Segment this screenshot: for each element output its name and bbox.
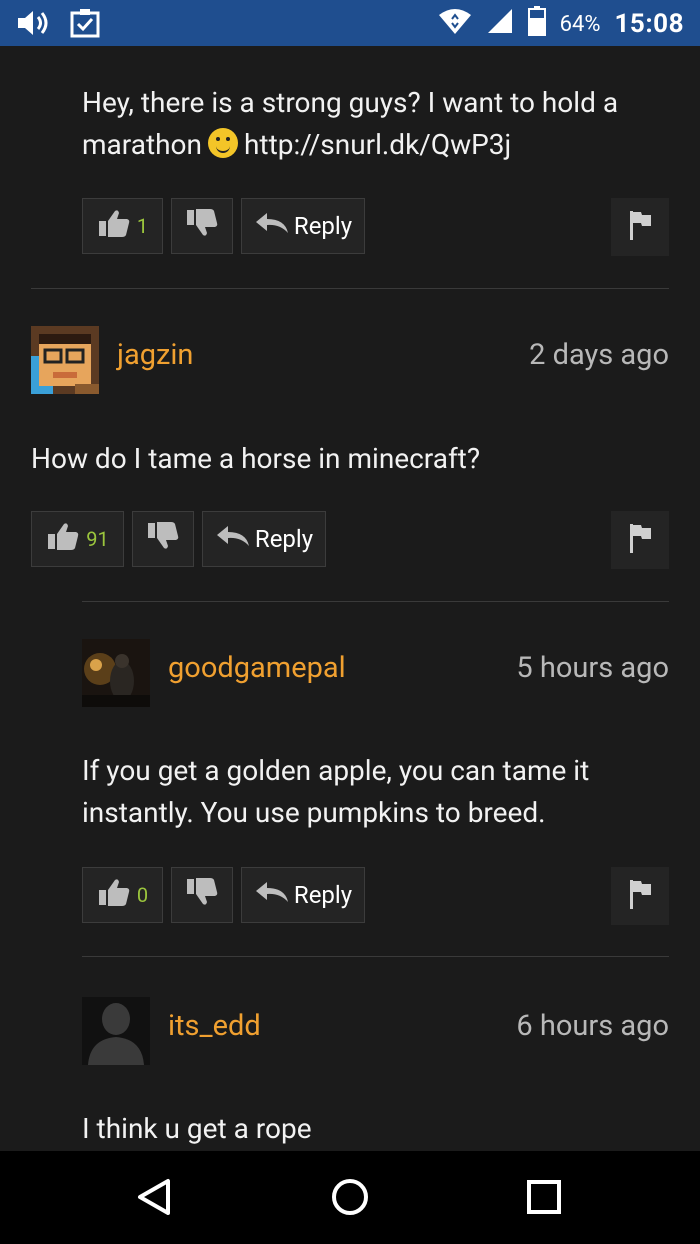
comment-text: How do I tame a horse in minecraft?	[31, 442, 481, 475]
timestamp: 6 hours ago	[516, 1009, 669, 1043]
username[interactable]: jagzin	[117, 338, 193, 372]
dislike-button[interactable]	[132, 511, 194, 567]
username[interactable]: its_edd	[168, 1009, 261, 1043]
reply-label: Reply	[293, 212, 353, 240]
comment-header: jagzin 2 days ago	[31, 326, 669, 396]
comment-actions: 1 Reply	[82, 198, 669, 256]
avatar[interactable]	[82, 639, 150, 707]
flag-icon	[627, 522, 653, 558]
timestamp: 5 hours ago	[516, 651, 669, 685]
thumbs-down-icon	[185, 208, 219, 244]
signal-icon	[486, 7, 514, 41]
comment-text: Hey, there is a strong guys? I want to h…	[82, 86, 619, 161]
reply-button[interactable]: Reply	[202, 511, 326, 567]
avatar[interactable]	[31, 326, 99, 394]
reply-button[interactable]: Reply	[241, 867, 365, 923]
like-count: 1	[136, 214, 149, 238]
status-bar: 64% 15:08	[0, 0, 700, 46]
username[interactable]: goodgamepal	[168, 651, 346, 685]
wifi-icon	[438, 7, 472, 41]
back-icon[interactable]	[134, 1177, 174, 1217]
thumbs-up-icon	[46, 521, 80, 557]
battery-icon	[527, 6, 546, 42]
comment-header: its_edd 6 hours ago	[82, 997, 669, 1067]
thumbs-down-icon	[146, 521, 180, 557]
clock: 15:08	[614, 9, 684, 39]
reply-arrow-icon	[254, 211, 290, 241]
thumbs-up-icon	[97, 208, 131, 244]
comment-text: If you get a golden apple, you can tame …	[82, 754, 590, 829]
reply-arrow-icon	[254, 880, 290, 910]
comment-actions: 91 Reply	[31, 511, 669, 569]
report-flag-button[interactable]	[611, 198, 669, 256]
like-button[interactable]: 1	[82, 198, 163, 254]
thumbs-up-icon	[97, 877, 131, 913]
avatar[interactable]	[82, 997, 150, 1065]
battery-percent: 64%	[559, 11, 601, 37]
comments-list: Hey, there is a strong guys? I want to h…	[0, 46, 700, 1151]
flag-icon	[627, 209, 653, 245]
like-count: 91	[86, 527, 109, 551]
thumbs-down-icon	[185, 877, 219, 913]
dislike-button[interactable]	[171, 198, 233, 254]
reply-label: Reply	[293, 881, 353, 909]
comment-link[interactable]: http://snurl.dk/QwP3j	[244, 128, 511, 161]
task-done-icon	[70, 8, 100, 42]
comment-text: I think u get a rope	[82, 1112, 312, 1145]
home-icon[interactable]	[330, 1177, 370, 1217]
reply-label: Reply	[254, 525, 314, 553]
reply-arrow-icon	[215, 524, 251, 554]
flag-icon	[627, 878, 653, 914]
dislike-button[interactable]	[171, 867, 233, 923]
like-button[interactable]: 91	[31, 511, 124, 567]
comment-actions: 0 Reply	[82, 867, 669, 925]
divider	[31, 288, 669, 289]
divider	[82, 956, 669, 957]
timestamp: 2 days ago	[529, 338, 669, 372]
report-flag-button[interactable]	[611, 867, 669, 925]
recent-apps-icon[interactable]	[524, 1177, 564, 1217]
like-count: 0	[136, 883, 149, 907]
like-button[interactable]: 0	[82, 867, 163, 923]
navigation-bar	[0, 1151, 700, 1244]
reply-button[interactable]: Reply	[241, 198, 365, 254]
comment-header: goodgamepal 5 hours ago	[82, 639, 669, 709]
winking-smiley-icon	[207, 128, 238, 158]
report-flag-button[interactable]	[611, 511, 669, 569]
divider	[82, 601, 669, 602]
volume-icon	[16, 8, 52, 42]
